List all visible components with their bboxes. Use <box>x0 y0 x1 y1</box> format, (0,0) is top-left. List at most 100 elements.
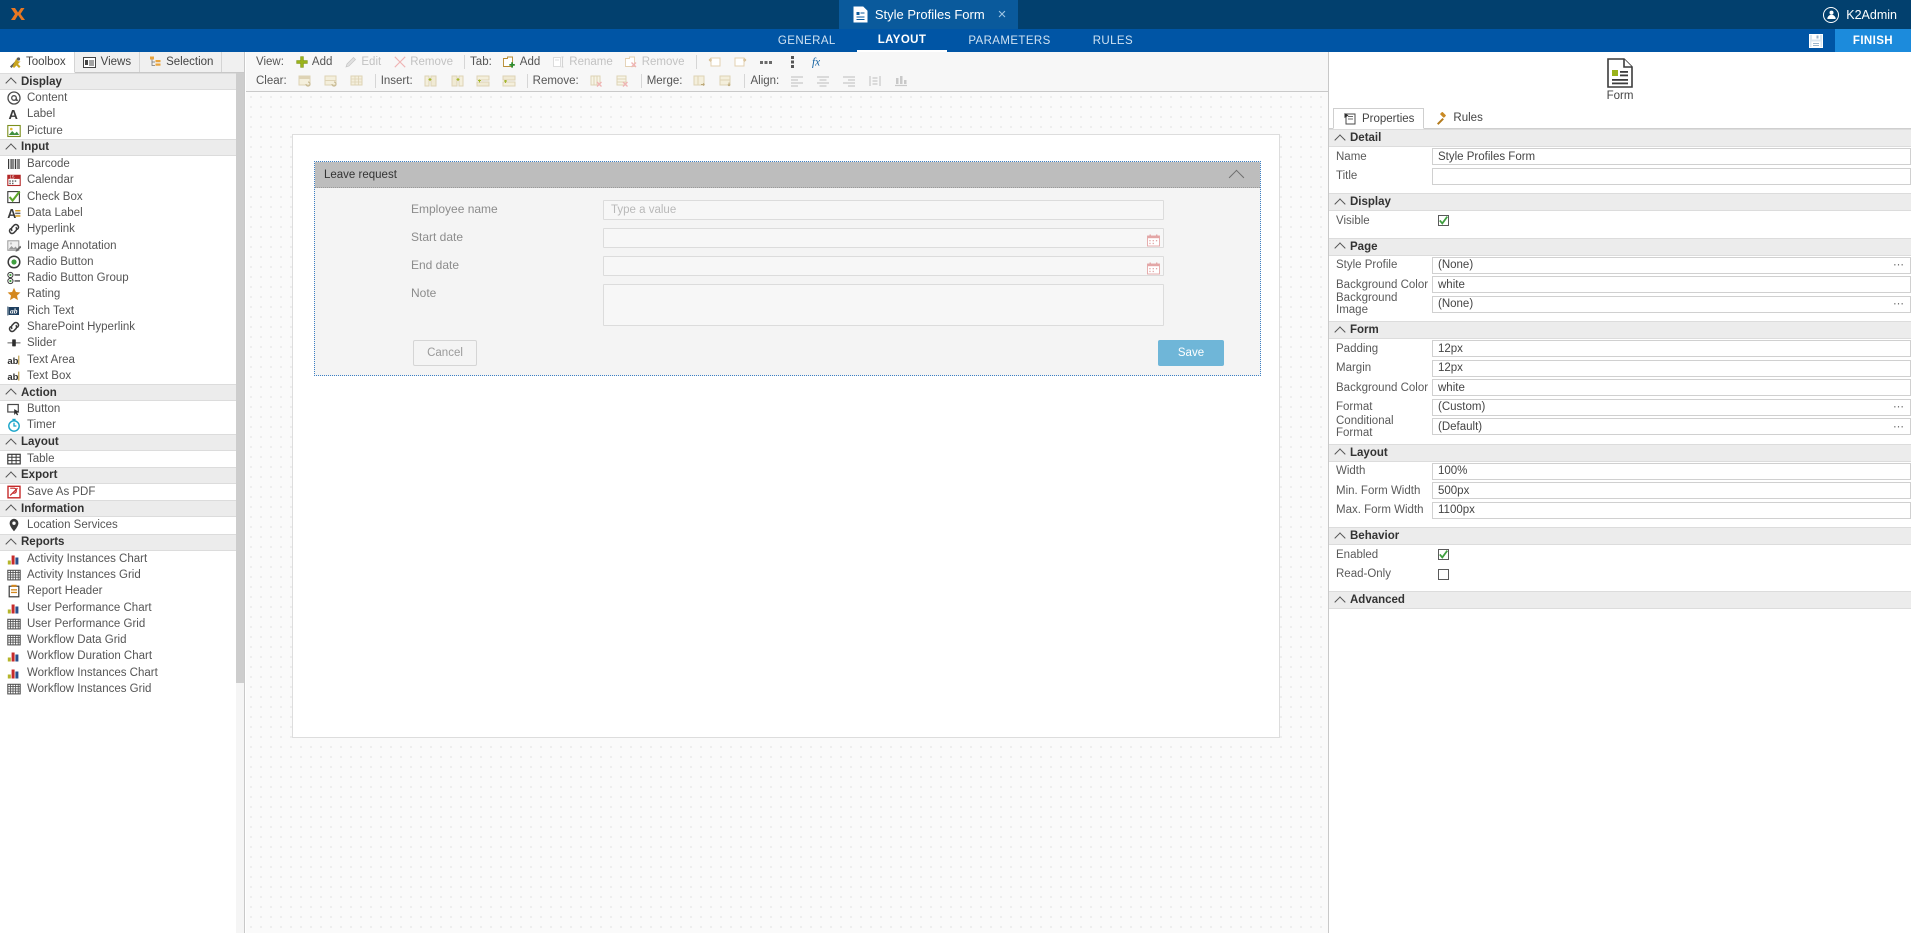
toolbox-item-save-as-pdf[interactable]: Save As PDF <box>0 484 244 500</box>
property-value-field[interactable]: Style Profiles Form <box>1432 148 1911 166</box>
design-canvas[interactable]: Leave request Employee name Type a value… <box>246 92 1328 933</box>
toolbox-item-picture[interactable]: Picture <box>0 123 244 139</box>
toolbox-scroll-thumb[interactable] <box>236 73 244 683</box>
field-employee-name[interactable]: Type a value <box>603 200 1164 220</box>
end-date-input[interactable] <box>603 256 1164 276</box>
toolbox-item-user-performance-grid[interactable]: User Performance Grid <box>0 616 244 632</box>
tab-general[interactable]: GENERAL <box>757 29 857 52</box>
tab-add-button[interactable]: Add <box>497 53 546 71</box>
toolbox-group-input[interactable]: Input <box>0 138 244 156</box>
field-end-date[interactable] <box>603 256 1164 276</box>
property-value-field[interactable]: (None) ⋯ <box>1432 256 1911 274</box>
toolbox-item-label[interactable]: A Label <box>0 106 244 122</box>
toolbox-item-sharepoint-hyperlink[interactable]: SharePoint Hyperlink <box>0 319 244 335</box>
ellipsis-icon[interactable]: ⋯ <box>1893 402 1905 413</box>
ellipsis-icon[interactable]: ⋯ <box>1893 421 1905 432</box>
toolbox-item-barcode[interactable]: Barcode <box>0 156 244 172</box>
cancel-button[interactable]: Cancel <box>413 340 477 366</box>
tab-layout[interactable]: LAYOUT <box>856 29 948 52</box>
toolbox-item-workflow-duration-chart[interactable]: Workflow Duration Chart <box>0 648 244 664</box>
toolbox-item-image-annotation[interactable]: Image Annotation <box>0 237 244 253</box>
toolbox-item-content[interactable]: Content <box>0 90 244 106</box>
property-value-field[interactable]: white <box>1432 379 1911 397</box>
tab-rules[interactable]: RULES <box>1072 29 1154 52</box>
property-value-field[interactable]: (None) ⋯ <box>1432 295 1911 313</box>
toolbox-item-button[interactable]: Button <box>0 401 244 417</box>
user-menu[interactable]: K2Admin <box>1823 0 1911 29</box>
toolbox-item-workflow-data-grid[interactable]: Workflow Data Grid <box>0 632 244 648</box>
tab-properties[interactable]: Properties <box>1333 108 1425 129</box>
chevron-up-icon[interactable] <box>1228 169 1245 185</box>
toolbox-item-data-label[interactable]: A Data Label <box>0 205 244 221</box>
properties-section-advanced[interactable]: Advanced <box>1329 591 1911 609</box>
properties-section-form[interactable]: Form <box>1329 321 1911 339</box>
property-checkbox[interactable] <box>1438 568 1449 580</box>
toolbox-item-rich-text[interactable]: ab Rich Text <box>0 303 244 319</box>
save-disk-icon[interactable] <box>1797 29 1835 52</box>
toolbox-item-report-header[interactable]: Report Header <box>0 583 244 599</box>
document-tab[interactable]: Style Profiles Form × <box>838 0 1019 29</box>
toolbox-item-check-box[interactable]: Check Box <box>0 188 244 204</box>
property-value-field[interactable] <box>1432 167 1911 185</box>
tab-toolbox[interactable]: Toolbox <box>0 52 75 73</box>
k2-logo-icon[interactable] <box>0 0 34 29</box>
properties-section-layout[interactable]: Layout <box>1329 443 1911 462</box>
toolbox-item-calendar[interactable]: 15 Calendar <box>0 172 244 188</box>
kebab-menu-icon[interactable] <box>780 53 806 71</box>
view-add-button[interactable]: Add <box>289 53 338 71</box>
close-icon[interactable]: × <box>998 6 1007 23</box>
toolbox-item-activity-instances-chart[interactable]: Activity Instances Chart <box>0 551 244 567</box>
toolbox-item-activity-instances-grid[interactable]: Activity Instances Grid <box>0 567 244 583</box>
toolbox-item-workflow-instances-grid[interactable]: Workflow Instances Grid <box>0 681 244 697</box>
ellipsis-icon[interactable]: ⋯ <box>1893 299 1905 310</box>
toolbox-group-layout[interactable]: Layout <box>0 433 244 451</box>
toolbox-group-reports[interactable]: Reports <box>0 533 244 551</box>
toolbox-item-rating[interactable]: Rating <box>0 286 244 302</box>
form-page-surface[interactable]: Leave request Employee name Type a value… <box>292 134 1280 738</box>
properties-section-detail[interactable]: Detail <box>1329 129 1911 147</box>
property-checkbox[interactable] <box>1438 215 1449 227</box>
function-fx-icon[interactable]: fx <box>806 53 832 71</box>
tab-rules[interactable]: Rules <box>1424 108 1492 128</box>
tab-views[interactable]: Views <box>74 52 141 72</box>
toolbox-item-radio-button-group[interactable]: Radio Button Group <box>0 270 244 286</box>
property-value-field[interactable]: 12px <box>1432 340 1911 358</box>
tab-selection[interactable]: Selection <box>140 52 223 72</box>
calendar-icon[interactable] <box>1147 262 1160 275</box>
toolbox-item-table[interactable]: Table <box>0 451 244 467</box>
toolbox-group-export[interactable]: Export <box>0 466 244 484</box>
toolbox-item-slider[interactable]: Slider <box>0 335 244 351</box>
start-date-input[interactable] <box>603 228 1164 248</box>
calendar-icon[interactable] <box>1147 234 1160 247</box>
property-value-field[interactable]: 500px <box>1432 482 1911 500</box>
toolbox-item-timer[interactable]: Timer <box>0 417 244 433</box>
toolbox-item-text-area[interactable]: ab Text Area <box>0 351 244 367</box>
form-header[interactable]: Leave request <box>315 162 1260 188</box>
toolbox-group-display[interactable]: Display <box>0 73 244 90</box>
toolbox-item-user-performance-chart[interactable]: User Performance Chart <box>0 599 244 615</box>
form-container[interactable]: Leave request Employee name Type a value… <box>314 161 1261 376</box>
field-start-date[interactable] <box>603 228 1164 248</box>
toolbox-group-information[interactable]: Information <box>0 500 244 518</box>
toolbox-scrollbar[interactable] <box>236 73 244 933</box>
tab-parameters[interactable]: PARAMETERS <box>947 29 1071 52</box>
property-checkbox[interactable] <box>1438 549 1449 561</box>
property-value-field[interactable]: 12px <box>1432 359 1911 377</box>
property-value-field[interactable]: (Default) ⋯ <box>1432 418 1911 436</box>
toolbox-item-location-services[interactable]: Location Services <box>0 517 244 533</box>
toolbox-item-workflow-instances-chart[interactable]: Workflow Instances Chart <box>0 665 244 681</box>
properties-section-behavior[interactable]: Behavior <box>1329 527 1911 545</box>
toolbox-item-text-box[interactable]: ab Text Box <box>0 368 244 384</box>
ellipsis-icon[interactable]: ⋯ <box>1893 260 1905 271</box>
properties-section-page[interactable]: Page <box>1329 237 1911 256</box>
toolbox-group-action[interactable]: Action <box>0 384 244 402</box>
property-value-field[interactable]: 1100px <box>1432 501 1911 519</box>
property-value-field[interactable]: white <box>1432 276 1911 294</box>
field-note[interactable] <box>603 284 1164 326</box>
note-textarea[interactable] <box>603 284 1164 326</box>
employee-name-input[interactable]: Type a value <box>603 200 1164 220</box>
property-value-field[interactable]: 100% <box>1432 462 1911 480</box>
finish-button[interactable]: FINISH <box>1834 29 1911 52</box>
toolbox-item-hyperlink[interactable]: Hyperlink <box>0 221 244 237</box>
properties-section-display[interactable]: Display <box>1329 193 1911 211</box>
